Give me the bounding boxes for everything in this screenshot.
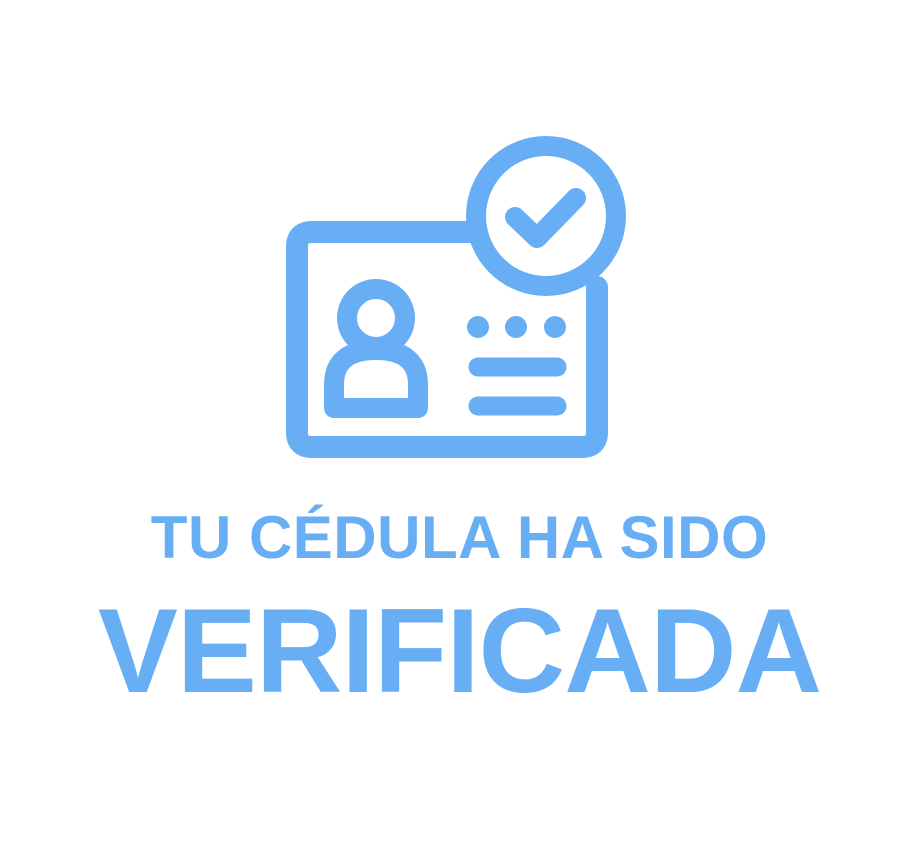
verified-id-svg bbox=[286, 136, 626, 458]
card-info-lines bbox=[467, 316, 567, 416]
verified-id-illustration bbox=[0, 0, 919, 853]
person-icon bbox=[324, 279, 428, 418]
verification-heading: TU CÉDULA HA SIDO bbox=[150, 504, 769, 571]
verification-screen: TU CÉDULA HA SIDO VERIFICADA bbox=[0, 0, 919, 853]
check-badge-icon bbox=[466, 136, 626, 296]
verification-status: VERIFICADA bbox=[97, 584, 822, 718]
